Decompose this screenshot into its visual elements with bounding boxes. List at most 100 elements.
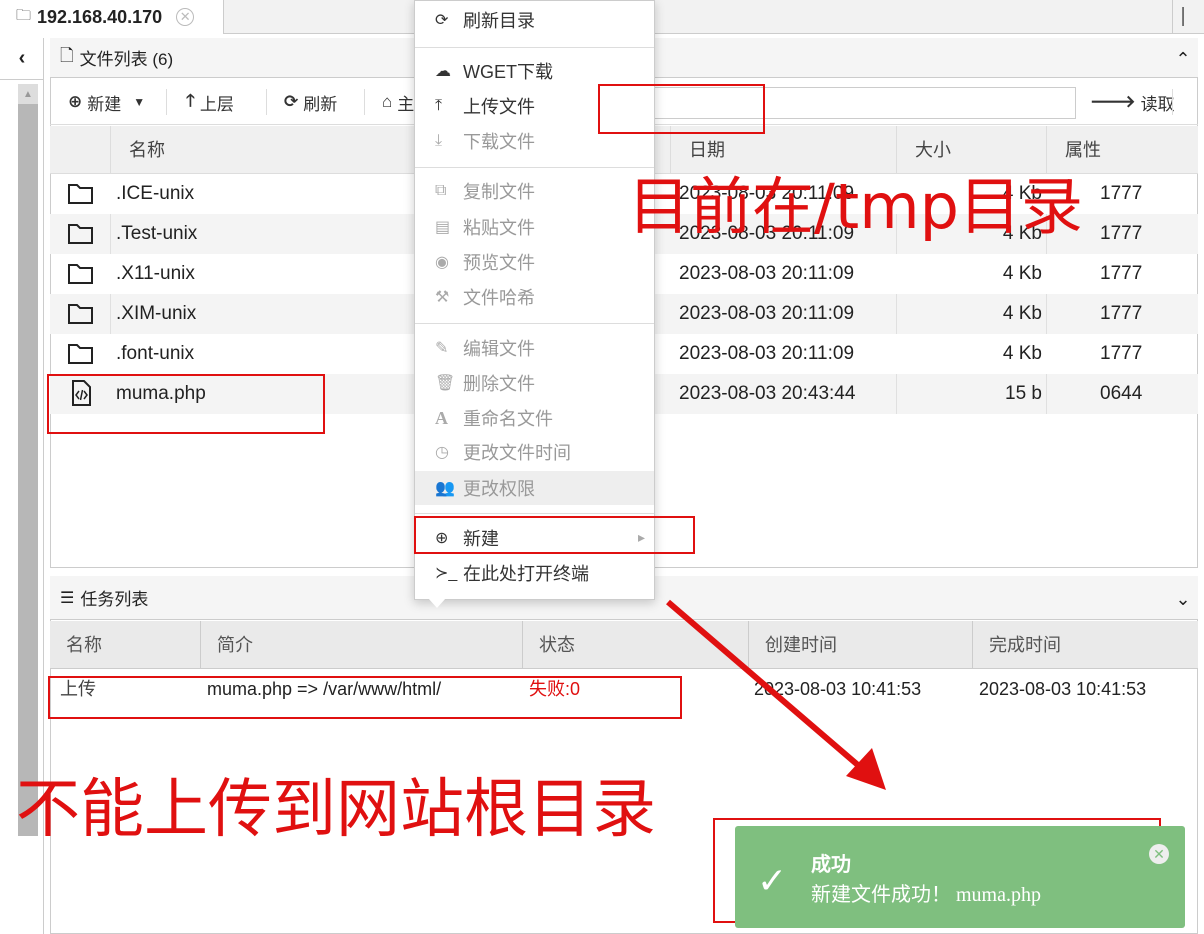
menu-item-label: 编辑文件 (463, 339, 535, 359)
menu-item-change-perm[interactable]: 👥 更改权限 (415, 471, 654, 505)
menu-item-change-time[interactable]: ◷ 更改文件时间 (415, 435, 654, 469)
folder-outline-icon: 🗀 (16, 6, 32, 24)
folder-icon (68, 224, 93, 244)
refresh-icon: ⟳ (435, 12, 449, 29)
eye-icon: ◉ (435, 254, 449, 271)
divider (166, 89, 167, 115)
file-size: 4 Kb (1002, 263, 1042, 284)
menu-item-label: WGET下载 (463, 62, 553, 82)
file-name: .Test-unix (116, 223, 198, 244)
toast-title: 成功 (811, 854, 851, 876)
chevron-right-icon[interactable]: ▏ (1172, 0, 1204, 34)
read-label: 读取 (1140, 94, 1175, 114)
folder-icon (68, 304, 93, 324)
refresh-button[interactable]: ⟳ 刷新 (284, 87, 337, 117)
divider (110, 294, 111, 334)
annotation-upload-fail: 不能上传到网站根目录 (16, 773, 656, 847)
tab-title: 192.168.40.170 (37, 6, 163, 27)
file-size: 4 Kb (1002, 343, 1042, 364)
chevron-left-icon[interactable]: ‹ (0, 38, 44, 80)
menu-item-label: 文件哈希 (463, 288, 535, 308)
task-panel-title: 任务列表 (80, 590, 149, 609)
trash-icon: 🗑 (435, 375, 456, 392)
file-perm: 1777 (1100, 223, 1143, 244)
close-icon[interactable]: ✕ (1149, 844, 1169, 864)
list-icon: ☰ (60, 589, 75, 607)
scroll-up-icon[interactable]: ▲ (18, 84, 38, 104)
new-button[interactable]: ⊕ 新建 ▼ (68, 87, 145, 117)
menu-item-label: 粘贴文件 (463, 218, 535, 238)
edit-icon: ✎ (435, 340, 449, 357)
file-perm: 1777 (1100, 303, 1143, 324)
header-icon-col (50, 126, 110, 174)
gavel-icon: ⚒ (435, 289, 450, 306)
caret-down-icon: ▼ (133, 95, 146, 109)
task-header-finished[interactable]: 完成时间 (972, 621, 1198, 669)
copy-icon: ⧉ (435, 182, 447, 199)
menu-item-wget[interactable]: ☁ WGET下载 (415, 54, 654, 88)
task-header-desc[interactable]: 简介 (200, 621, 522, 669)
menu-item-label: 下载文件 (463, 132, 535, 152)
up-level-button[interactable]: 🡑 上层 (186, 87, 234, 117)
file-size: 4 Kb (1002, 303, 1042, 324)
rail-scrollbar[interactable]: ▲ (18, 84, 38, 836)
file-name: .XIM-unix (116, 303, 197, 324)
folder-icon (68, 264, 93, 284)
menu-item-copy[interactable]: ⧉ 复制文件 (415, 174, 654, 208)
menu-item-hash[interactable]: ⚒ 文件哈希 (415, 280, 654, 314)
task-header-name[interactable]: 名称 (50, 621, 200, 669)
download-icon: ⤓ (435, 132, 443, 149)
read-button[interactable]: 🡒 读取 (1090, 87, 1175, 117)
annotation-arrow (666, 599, 886, 790)
folder-icon (68, 184, 93, 204)
folder-icon (68, 344, 93, 364)
file-date: 2023-08-03 20:43:44 (679, 383, 856, 404)
users-icon: 👥 (435, 480, 455, 497)
terminal-icon: ≻_ (435, 565, 458, 582)
menu-divider (415, 47, 654, 48)
menu-divider (415, 167, 654, 168)
menu-item-label: 更改文件时间 (463, 443, 571, 463)
menu-item-refresh-dir[interactable]: ⟳ 刷新目录 (415, 3, 654, 37)
file-name: .ICE-unix (116, 183, 195, 204)
success-toast: ✓ 成功 新建文件成功！ muma.php ✕ (735, 826, 1185, 928)
menu-divider (415, 513, 654, 514)
divider (266, 89, 267, 115)
font-icon: A (435, 407, 448, 428)
divider (1046, 374, 1047, 414)
menu-item-label: 复制文件 (463, 182, 535, 202)
upload-icon: ⤒ (435, 97, 443, 114)
menu-item-preview[interactable]: ◉ 预览文件 (415, 245, 654, 279)
menu-item-label: 更改权限 (463, 479, 535, 499)
menu-item-label: 重命名文件 (463, 409, 553, 429)
divider (110, 214, 111, 254)
file-perm: 1777 (1100, 183, 1143, 204)
clock-icon: ◷ (435, 444, 449, 461)
file-panel-title: 文件列表 (6) (79, 50, 174, 69)
menu-pointer (428, 598, 446, 608)
arrow-right-icon: 🡒 (1090, 92, 1136, 111)
new-button-label: 新建 (87, 94, 122, 114)
menu-item-label: 删除文件 (463, 374, 535, 394)
annotation-box-new (414, 516, 695, 554)
menu-item-edit[interactable]: ✎ 编辑文件 (415, 331, 654, 365)
up-level-label: 上层 (199, 94, 234, 114)
menu-item-paste[interactable]: ▤ 粘贴文件 (415, 210, 654, 244)
close-icon[interactable]: ✕ (176, 8, 195, 26)
file-perm: 0644 (1100, 383, 1143, 404)
file-date: 2023-08-03 20:11:09 (679, 303, 855, 324)
menu-item-label: 在此处打开终端 (463, 564, 589, 584)
chevron-down-icon[interactable]: ⌄ (1170, 584, 1196, 614)
file-date: 2023-08-03 20:11:09 (679, 263, 855, 284)
tab-connection[interactable]: 🗀 192.168.40.170 ✕ (0, 0, 224, 34)
menu-item-delete[interactable]: 🗑 删除文件 (415, 366, 654, 400)
menu-item-label: 预览文件 (463, 253, 535, 273)
home-icon: ⌂ (382, 92, 393, 111)
menu-item-rename[interactable]: A 重命名文件 (415, 401, 654, 435)
arrow-up-icon: 🡑 (186, 90, 195, 110)
chevron-up-icon[interactable]: ⌃ (1170, 44, 1196, 74)
check-icon: ✓ (757, 860, 788, 901)
toast-message: 新建文件成功！ muma.php (811, 884, 1041, 906)
annotation-current-dir: 目前在/tmp目录 (628, 170, 1083, 243)
menu-item-terminal[interactable]: ≻_ 在此处打开终端 (415, 556, 654, 590)
